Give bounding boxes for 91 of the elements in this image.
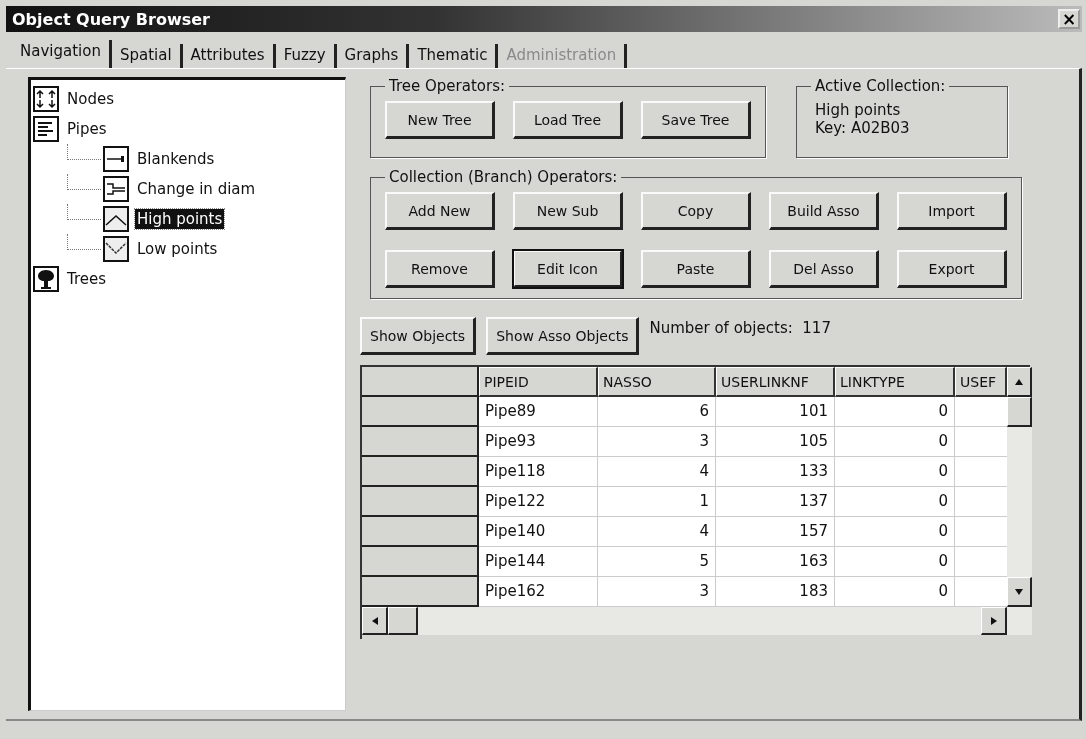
column-header[interactable]: USEF: [955, 367, 1007, 397]
table-cell: 4: [598, 517, 716, 547]
scroll-thumb[interactable]: [1007, 397, 1032, 427]
tree-button[interactable]: Save Tree: [641, 101, 751, 139]
group-title: Collection (Branch) Operators:: [388, 168, 619, 186]
collection-info: High points: [814, 101, 902, 119]
table-cell: 183: [716, 577, 835, 607]
tree-icon: [33, 266, 59, 292]
row-header[interactable]: [362, 397, 479, 427]
table-cell: Pipe118: [479, 457, 598, 487]
column-header[interactable]: NASSO: [598, 367, 716, 397]
down-arrow-icon[interactable]: [1014, 586, 1024, 597]
right-arrow-icon[interactable]: [988, 615, 999, 626]
tree-button[interactable]: Load Tree: [513, 101, 623, 139]
step-icon: [103, 176, 129, 202]
window-title: Object Query Browser: [12, 9, 210, 29]
collection-button[interactable]: Build Asso: [769, 192, 879, 230]
row-header[interactable]: [362, 427, 479, 457]
collection-info: Key: A02B03: [814, 119, 911, 137]
column-header[interactable]: LINKTYPE: [835, 367, 955, 397]
table-cell: 4: [598, 457, 716, 487]
row-header[interactable]: [362, 457, 479, 487]
column-header[interactable]: PIPEID: [479, 367, 598, 397]
tab[interactable]: Thematic: [409, 44, 499, 68]
tree-item[interactable]: High points: [135, 209, 225, 229]
close-button[interactable]: ×: [1058, 9, 1080, 29]
table-cell: 105: [716, 427, 835, 457]
table-cell: 0: [835, 517, 955, 547]
table-cell: 0: [835, 577, 955, 607]
tab[interactable]: Spatial: [111, 44, 183, 68]
scroll-right-button[interactable]: [981, 607, 1007, 635]
valley-icon: [103, 236, 129, 262]
table-cell: 0: [835, 397, 955, 427]
nodes-icon: [33, 86, 59, 112]
object-count: Number of objects: 117: [649, 318, 831, 337]
column-header[interactable]: USERLINKNF: [716, 367, 835, 397]
collection-button[interactable]: Remove: [385, 250, 495, 288]
tab[interactable]: Attributes: [182, 44, 276, 68]
tree-item[interactable]: Low points: [135, 239, 220, 259]
collection-button[interactable]: Add New: [385, 192, 495, 230]
table-cell: 0: [835, 427, 955, 457]
row-header[interactable]: [362, 547, 479, 577]
tab[interactable]: Navigation: [12, 40, 112, 68]
collection-button[interactable]: Edit Icon: [513, 250, 623, 288]
table-cell: 101: [716, 397, 835, 427]
table-cell: 0: [835, 547, 955, 577]
table-cell: 3: [598, 427, 716, 457]
table-cell: Pipe140: [479, 517, 598, 547]
tree-item[interactable]: Pipes: [65, 119, 109, 139]
collection-button[interactable]: Del Asso: [769, 250, 879, 288]
collection-button[interactable]: Import: [897, 192, 1007, 230]
tree-item[interactable]: Trees: [65, 269, 109, 289]
tree-item[interactable]: Change in diam: [135, 179, 258, 199]
scroll-up-button[interactable]: [1007, 367, 1032, 397]
table-cell: Pipe162: [479, 577, 598, 607]
row-header[interactable]: [362, 517, 479, 547]
scroll-thumb[interactable]: [388, 607, 418, 635]
scroll-down-button[interactable]: [1007, 577, 1032, 607]
row-header[interactable]: [362, 577, 479, 607]
table-cell: 5: [598, 547, 716, 577]
table-cell: 157: [716, 517, 835, 547]
table-cell: Pipe93: [479, 427, 598, 457]
table-cell: Pipe144: [479, 547, 598, 577]
table-cell: 163: [716, 547, 835, 577]
group-title: Tree Operators:: [388, 77, 507, 95]
table-cell: 137: [716, 487, 835, 517]
group-title: Active Collection:: [814, 77, 947, 95]
table-cell: 1: [598, 487, 716, 517]
lines-icon: [33, 116, 59, 142]
show-button[interactable]: Show Asso Objects: [486, 317, 640, 355]
table-cell: 3: [598, 577, 716, 607]
table-cell: 133: [716, 457, 835, 487]
table-cell: 0: [835, 457, 955, 487]
tree-item[interactable]: Nodes: [65, 89, 116, 109]
collection-button[interactable]: Export: [897, 250, 1007, 288]
show-button[interactable]: Show Objects: [360, 317, 477, 355]
tree-item[interactable]: Blankends: [135, 149, 217, 169]
table-cell: Pipe122: [479, 487, 598, 517]
tree-button[interactable]: New Tree: [385, 101, 495, 139]
table-cell: 0: [835, 487, 955, 517]
row-header[interactable]: [362, 487, 479, 517]
table-cell: 6: [598, 397, 716, 427]
tab[interactable]: Graphs: [336, 44, 410, 68]
tab[interactable]: Fuzzy: [275, 44, 337, 68]
collection-button[interactable]: Copy: [641, 192, 751, 230]
blank-end-icon: [103, 146, 129, 172]
collection-button[interactable]: New Sub: [513, 192, 623, 230]
table-cell: Pipe89: [479, 397, 598, 427]
collection-button[interactable]: Paste: [641, 250, 751, 288]
peak-icon: [103, 206, 129, 232]
scroll-left-button[interactable]: [362, 607, 388, 635]
